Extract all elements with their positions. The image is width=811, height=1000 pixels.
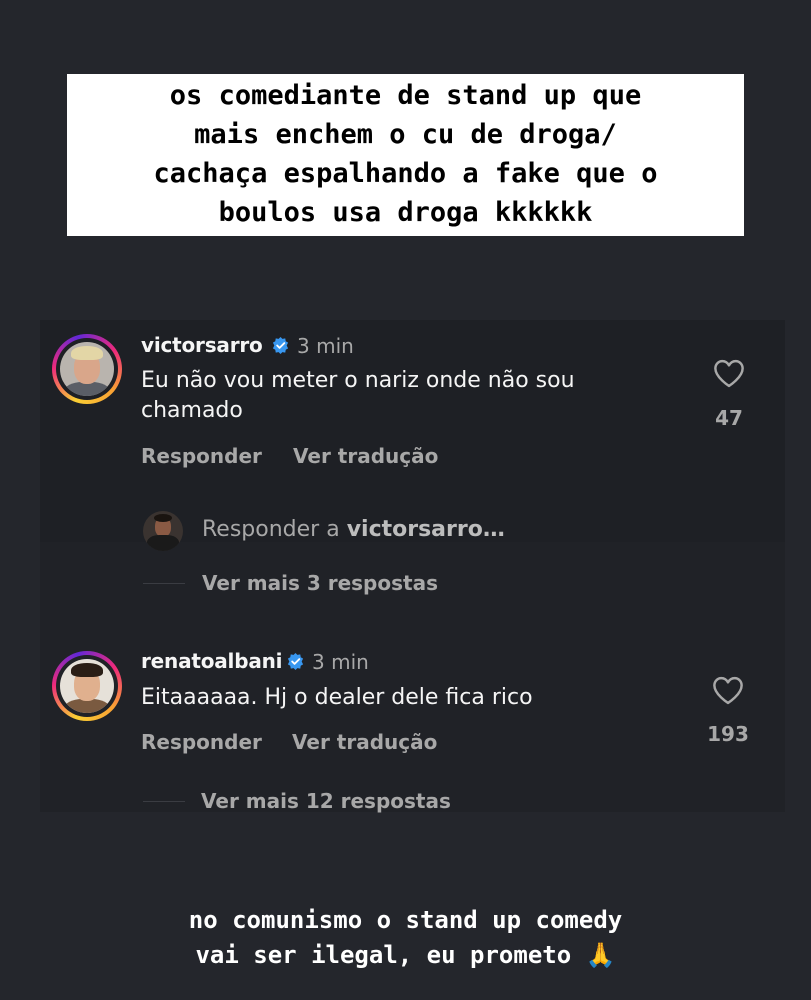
- top-caption-line: boulos usa droga kkkkkk: [218, 197, 593, 228]
- current-user-avatar: [143, 511, 183, 551]
- like-count: 193: [707, 722, 749, 746]
- avatar[interactable]: [52, 334, 122, 404]
- view-more-replies-button[interactable]: Ver mais 12 respostas: [201, 789, 451, 813]
- comment-username[interactable]: renatoalbani: [141, 649, 283, 673]
- top-caption-line: os comediante de stand up que: [169, 80, 642, 111]
- replies-divider: [143, 583, 185, 584]
- translate-button[interactable]: Ver tradução: [293, 444, 438, 468]
- replies-divider: [143, 801, 185, 802]
- comment-username[interactable]: victorsarro: [141, 333, 263, 357]
- bottom-caption: no comunismo o stand up comedy vai ser i…: [0, 903, 811, 973]
- verified-badge-icon: [287, 652, 304, 671]
- comment-text: Eu não vou meter o nariz onde não sou ch…: [141, 366, 575, 426]
- comment-time: 3 min: [297, 334, 354, 358]
- comment-text-line: Eu não vou meter o nariz onde não sou: [141, 368, 575, 393]
- top-caption-box: os comediante de stand up que mais enche…: [67, 74, 744, 236]
- reply-button[interactable]: Responder: [141, 444, 262, 468]
- reply-input[interactable]: Responder a victorsarro…: [202, 517, 505, 542]
- reply-button[interactable]: Responder: [141, 730, 262, 754]
- avatar[interactable]: [52, 651, 122, 721]
- comment-time: 3 min: [312, 650, 369, 674]
- top-caption-line: mais enchem o cu de droga/: [194, 119, 617, 150]
- verified-badge-icon: [272, 336, 289, 355]
- like-count: 47: [715, 406, 743, 430]
- avatar-photo: [60, 659, 114, 713]
- view-more-replies-button[interactable]: Ver mais 3 respostas: [202, 571, 438, 595]
- heart-icon[interactable]: [711, 675, 745, 705]
- avatar-photo: [60, 342, 114, 396]
- comment-text: Eitaaaaaa. Hj o dealer dele fica rico: [141, 685, 533, 710]
- bottom-caption-line: no comunismo o stand up comedy: [188, 906, 623, 934]
- top-caption-line: cachaça espalhando a fake que o: [153, 158, 658, 189]
- top-caption: os comediante de stand up que mais enche…: [67, 74, 744, 232]
- reply-input-target: victorsarro…: [346, 517, 505, 542]
- comment-text-line: chamado: [141, 398, 243, 423]
- translate-button[interactable]: Ver tradução: [292, 730, 437, 754]
- heart-icon[interactable]: [712, 358, 746, 388]
- reply-input-prefix: Responder a: [202, 517, 347, 542]
- bottom-caption-line: vai ser ilegal, eu prometo 🙏: [195, 941, 616, 969]
